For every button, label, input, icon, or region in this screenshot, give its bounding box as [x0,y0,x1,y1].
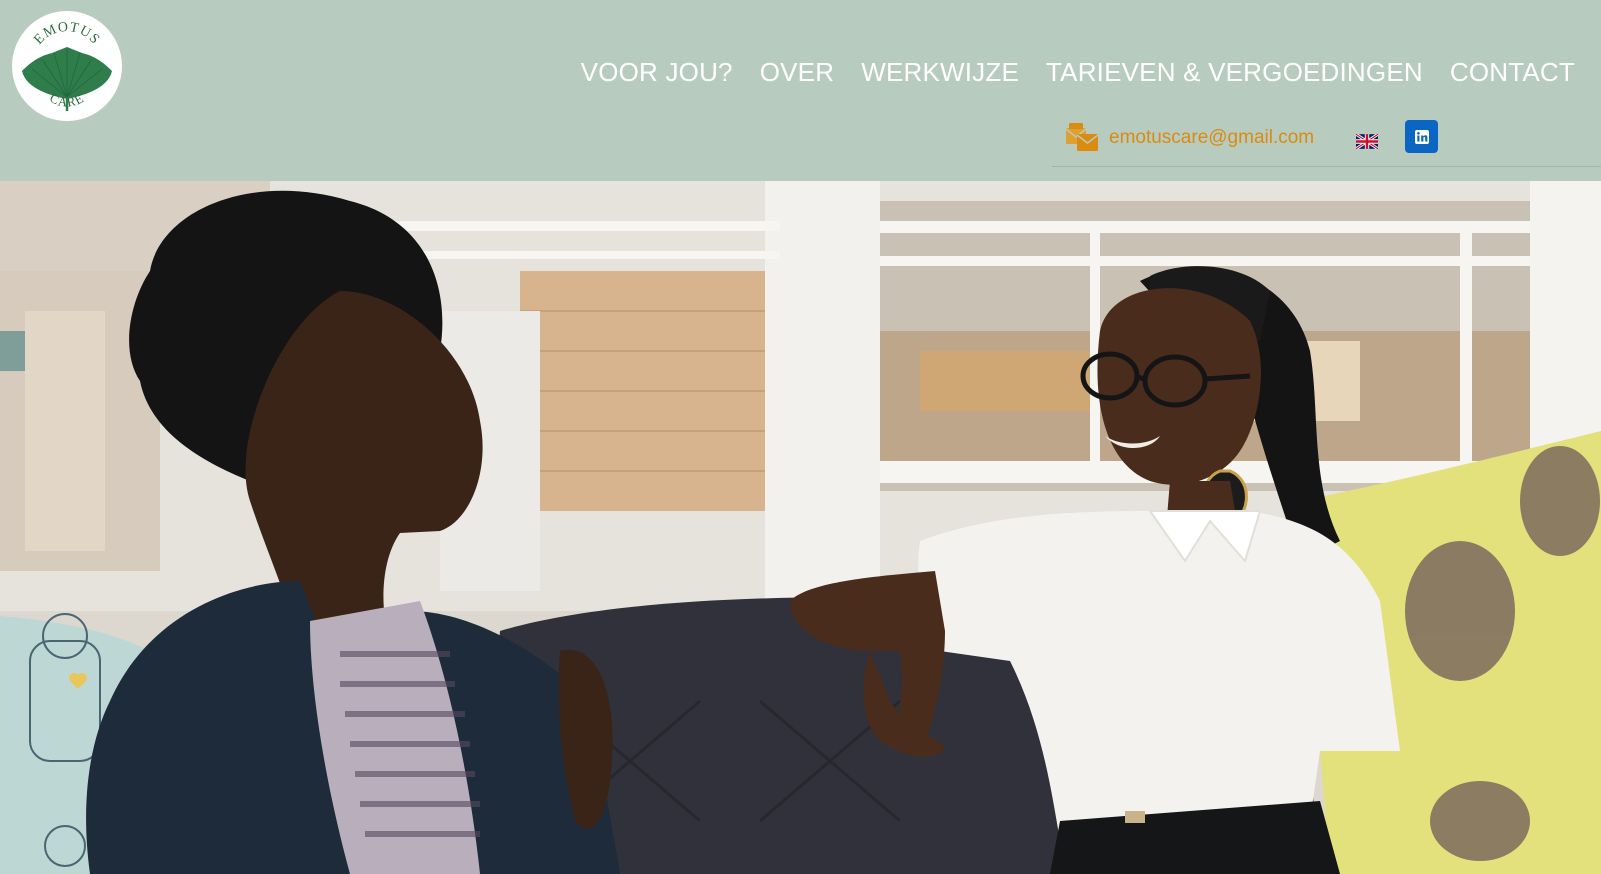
two-people-talking-on-sofa-photo [0,181,1601,874]
contact-email[interactable]: emotuscare@gmail.com [1065,118,1314,158]
nav-item-contact[interactable]: CONTACT [1450,56,1575,88]
nav-item-over[interactable]: OVER [760,56,834,88]
site-header: EMOTUS CARE VOOR JOU? OVER WERKWIJZE TAR… [0,0,1601,181]
nav-item-voor-jou[interactable]: VOOR JOU? [581,56,733,88]
site-logo[interactable]: EMOTUS CARE [12,11,122,121]
hero-photo [0,181,1601,874]
linkedin-icon [1414,129,1429,144]
uk-flag-icon[interactable] [1356,134,1378,149]
nav-item-tarieven[interactable]: TARIEVEN & VERGOEDINGEN [1046,56,1423,88]
linkedin-button[interactable] [1405,120,1438,153]
main-navigation: VOOR JOU? OVER WERKWIJZE TARIEVEN & VERG… [581,56,1575,88]
nav-item-werkwijze[interactable]: WERKWIJZE [861,56,1019,88]
ginkgo-leaf-icon: EMOTUS CARE [13,12,121,120]
email-link[interactable]: emotuscare@gmail.com [1109,126,1314,150]
header-divider [1052,166,1601,167]
mail-stack-icon [1065,123,1099,151]
